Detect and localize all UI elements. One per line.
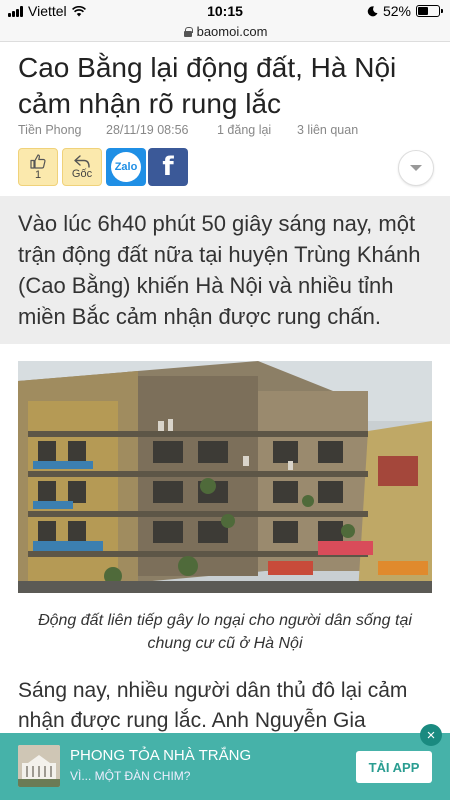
article-sapo: Vào lúc 6h40 phút 50 giây sáng nay, một … xyxy=(0,196,450,344)
battery-percent: 52% xyxy=(382,3,411,19)
battery-icon xyxy=(416,5,443,17)
photo-caption: Động đất liên tiếp gây lo ngại cho người… xyxy=(38,612,412,652)
apartment-building-image xyxy=(18,361,432,593)
article-datetime: 28/11/19 08:56 xyxy=(106,123,189,137)
ad-title: PHONG TỎA NHÀ TRẮNG xyxy=(70,747,252,764)
battery-fill xyxy=(418,7,429,15)
download-app-button[interactable]: TẢI APP xyxy=(356,751,432,783)
moon-icon xyxy=(367,5,378,16)
article-headline: Cao Bằng lại động đất, Hà Nội cảm nhận r… xyxy=(18,52,397,119)
article-body-paragraph: Sáng nay, nhiều người dân thủ đô lại cảm… xyxy=(18,679,408,732)
ad-thumbnail xyxy=(18,745,60,787)
thumbs-up-icon xyxy=(30,153,46,169)
reply-arrow-icon xyxy=(74,154,90,168)
like-count: 1 xyxy=(34,168,42,181)
article-source[interactable]: Tiền Phong xyxy=(18,123,81,137)
zalo-share-button[interactable]: Zalo xyxy=(106,148,146,186)
like-button[interactable]: 1 xyxy=(18,148,58,186)
lock-icon xyxy=(183,26,193,37)
facebook-share-button[interactable]: f xyxy=(148,148,188,186)
related-count[interactable]: 3 liên quan xyxy=(297,123,358,137)
chevron-down-icon[interactable] xyxy=(398,150,434,186)
url-text: baomoi.com xyxy=(196,24,268,39)
article-photo[interactable] xyxy=(18,361,432,593)
zalo-icon: Zalo xyxy=(111,152,141,182)
origin-button[interactable]: Gốc xyxy=(62,148,102,186)
action-row: 1 Gốc Zalo f xyxy=(18,148,438,188)
address-bar[interactable]: baomoi.com xyxy=(0,22,450,42)
app-promo-banner[interactable]: PHONG TỎA NHÀ TRẮNG VÌ... MỘT ĐÀN CHIM? … xyxy=(0,733,450,800)
facebook-icon: f xyxy=(162,152,174,182)
origin-label: Gốc xyxy=(71,167,93,180)
status-right: 52% xyxy=(367,3,443,19)
white-house-thumbnail xyxy=(18,745,60,787)
close-icon[interactable]: × xyxy=(420,724,442,746)
status-bar: Viettel 10:15 52% xyxy=(0,0,450,22)
ad-subtitle: VÌ... MỘT ĐÀN CHIM? xyxy=(70,769,191,783)
repost-count[interactable]: 1 đăng lại xyxy=(217,123,271,137)
